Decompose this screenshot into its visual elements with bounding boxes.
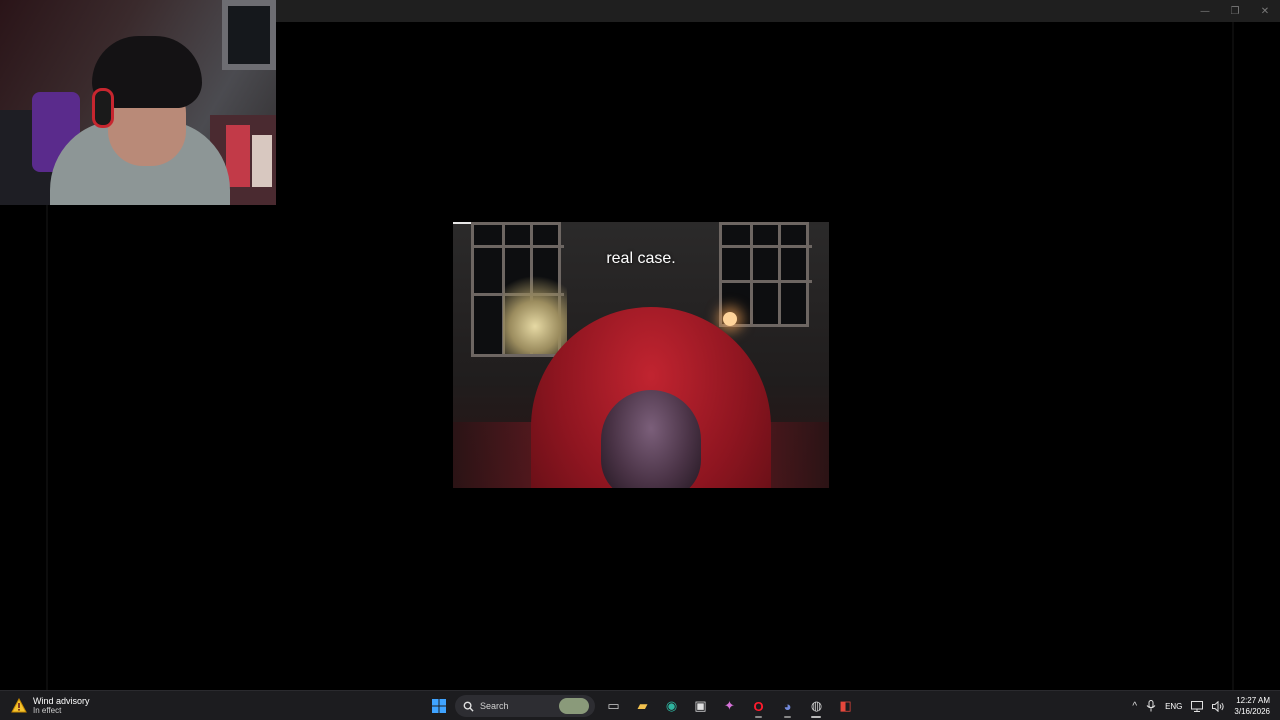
webcam-poster	[226, 125, 250, 187]
clock[interactable]: 12:27 AM 3/16/2026	[1234, 695, 1270, 717]
start-button[interactable]	[424, 694, 453, 718]
clock-date: 3/16/2026	[1234, 707, 1270, 716]
video-caption: real case.	[606, 250, 676, 267]
obs-button[interactable]: ◍	[802, 694, 831, 718]
video-lamp-light	[723, 312, 737, 326]
taskbar: Wind advisory In effect Search ▭ ▰ ◉ ▣ ✦…	[0, 690, 1280, 720]
obs-icon: ◍	[810, 698, 823, 713]
language-indicator[interactable]: ENG	[1165, 702, 1182, 711]
weather-widget[interactable]: Wind advisory In effect	[10, 694, 90, 718]
weather-subtitle: In effect	[33, 706, 62, 715]
search-icon	[463, 701, 474, 712]
search-box[interactable]: Search	[455, 695, 595, 717]
opera-browser-icon: O	[753, 698, 764, 714]
file-explorer-button[interactable]: ▰	[628, 694, 657, 718]
store-button[interactable]: ▣	[686, 694, 715, 718]
copilot-icon: ✦	[724, 698, 735, 713]
christmas-tree	[503, 262, 567, 354]
video-window-right	[719, 222, 812, 327]
system-tray: ^ ENG 12:27 AM 3/16/2026	[1132, 694, 1270, 718]
windows-logo-icon	[431, 699, 446, 713]
copilot-button[interactable]: ✦	[715, 694, 744, 718]
streaming-app-icon: ◧	[839, 698, 852, 713]
edge-button[interactable]: ◉	[657, 694, 686, 718]
restore-button[interactable]: ❐	[1220, 0, 1250, 22]
network-icon[interactable]	[1191, 700, 1204, 712]
search-highlight-badge	[559, 698, 589, 714]
opera-button[interactable]: O	[744, 694, 773, 718]
weather-title: Wind advisory	[33, 696, 90, 706]
headset-icon	[92, 88, 114, 128]
minimize-button[interactable]: —	[1190, 0, 1220, 22]
video-player[interactable]: real case.	[453, 222, 829, 488]
video-person-face	[601, 390, 701, 488]
webcam-poster	[252, 135, 272, 187]
window-titlebar[interactable]: — ❐ ✕	[276, 0, 1280, 22]
warning-weather-icon	[10, 697, 28, 715]
webcam-background-window	[222, 0, 276, 70]
clock-time: 12:27 AM	[1236, 696, 1270, 705]
edge-browser-icon: ◉	[665, 698, 678, 713]
search-label: Search	[480, 701, 509, 711]
close-button[interactable]: ✕	[1250, 0, 1280, 22]
volume-icon[interactable]	[1212, 700, 1225, 712]
folder-icon: ▰	[637, 698, 648, 713]
webcam-overlay	[0, 0, 276, 205]
task-view-button[interactable]: ▭	[599, 694, 628, 718]
store-icon: ▣	[694, 698, 707, 713]
taskbar-apps: Search ▭ ▰ ◉ ▣ ✦ O ◕ ◍ ◧	[424, 694, 860, 718]
discord-button[interactable]: ◕	[773, 694, 802, 718]
microphone-icon[interactable]	[1146, 700, 1156, 712]
streaming-app-button[interactable]: ◧	[831, 694, 860, 718]
chevron-up-icon[interactable]: ^	[1132, 701, 1137, 712]
desktop-divider-right	[1232, 22, 1234, 690]
task-view-icon: ▭	[607, 698, 620, 713]
discord-icon: ◕	[783, 698, 792, 714]
